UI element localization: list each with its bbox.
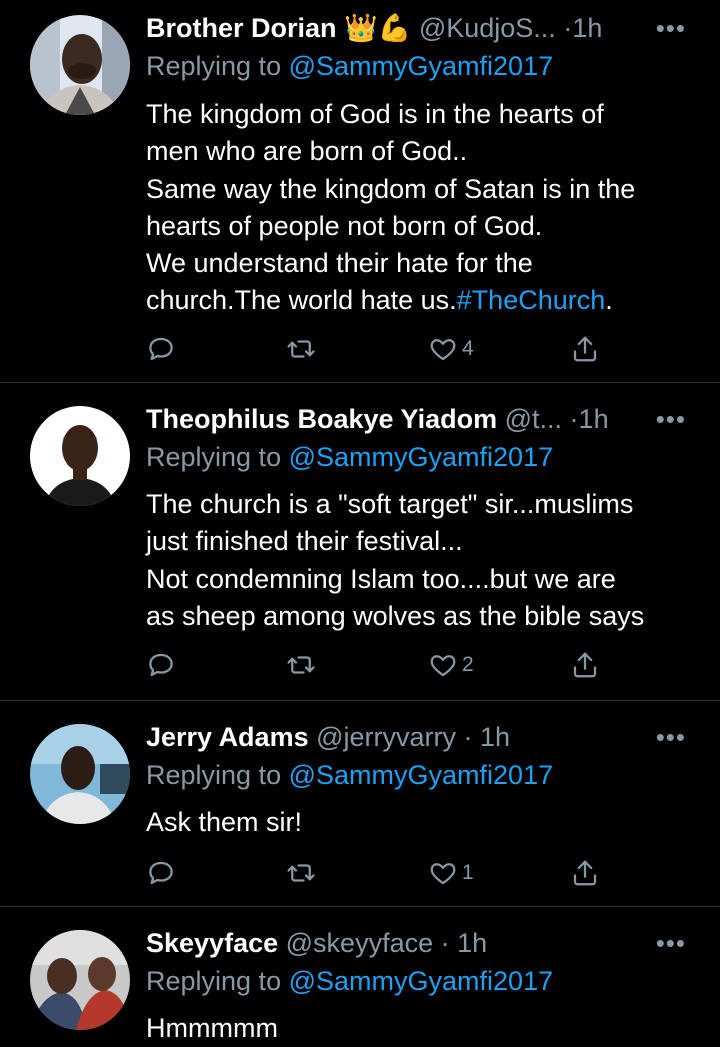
like-count: 1 [462,861,474,884]
tweet-text: The church is a "soft target" sir...musl… [146,486,690,635]
action-bar: 2 [146,648,606,682]
display-name[interactable]: Theophilus Boakye Yiadom [146,404,497,434]
timestamp[interactable]: 1h [480,722,510,752]
more-icon[interactable]: ••• [656,930,686,956]
display-name[interactable]: Brother Dorian [146,13,337,43]
text-fragment: . [605,285,613,316]
avatar-image [30,406,130,506]
text-line: Same way the kingdom of Satan is in the [146,173,636,204]
text-line: hearts of people not born of God. [146,210,543,241]
avatar-image [30,15,130,115]
like-button[interactable]: 2 [428,648,474,682]
tweet[interactable]: Brother Dorian 👑💪 @KudjoS... ·1h ••• Rep… [0,0,720,382]
reply-button[interactable] [146,648,176,682]
retweet-icon [287,340,315,358]
replying-to: Replying to @SammyGyamfi2017 [146,49,553,83]
share-icon [573,860,597,886]
mention-link[interactable]: @SammyGyamfi2017 [289,760,554,790]
text-line: as sheep among wolves as the bible says [146,600,645,631]
share-icon [573,652,597,678]
avatar[interactable] [30,15,130,115]
handle[interactable]: @skeyyface [286,928,433,958]
avatar[interactable] [30,724,130,824]
reply-icon [149,653,173,677]
display-name[interactable]: Skeyyface [146,928,278,958]
avatar[interactable] [30,930,130,1030]
replying-to: Replying to @SammyGyamfi2017 [146,964,553,998]
text-line: The church is a "soft target" sir...musl… [146,489,634,519]
display-name[interactable]: Jerry Adams [146,722,309,752]
tweet[interactable]: Jerry Adams @jerryvarry · 1h ••• Replyin… [0,701,720,906]
share-button[interactable] [570,856,600,890]
more-icon[interactable]: ••• [656,724,686,750]
avatar-image [30,930,130,1030]
mention-link[interactable]: @SammyGyamfi2017 [289,51,554,81]
handle[interactable]: @t... [505,404,562,434]
tweet-header: Jerry Adams @jerryvarry · 1h [146,720,690,754]
reply-icon [149,337,173,361]
replying-prefix: Replying to [146,760,282,790]
retweet-icon [287,656,315,674]
replying-prefix: Replying to [146,51,282,81]
reply-button[interactable] [146,332,176,366]
action-bar: 1 [146,856,606,890]
more-icon[interactable]: ••• [656,15,686,41]
like-icon [430,863,456,885]
text-line: Ask them sir! [146,807,303,837]
tweet[interactable]: Theophilus Boakye Yiadom @t... ·1h ••• R… [0,383,720,700]
text-line: just finished their festival... [146,526,463,557]
retweet-button[interactable] [286,332,316,366]
separator-dot: · [563,13,573,43]
avatar[interactable] [30,406,130,506]
tweet[interactable]: Skeyyface @skeyyface · 1h ••• Replying t… [0,907,720,1043]
text-line: church.The world hate us.#TheChurch. [146,282,690,319]
replying-prefix: Replying to [146,442,282,472]
retweet-icon [287,864,315,882]
like-button[interactable]: 1 [428,856,474,890]
like-count: 2 [462,653,474,676]
share-button[interactable] [570,332,600,366]
share-icon [573,336,597,362]
tweet-text: Hmmmmm [146,1010,690,1047]
text-line: Hmmmmm [146,1013,278,1043]
like-count: 4 [462,337,474,360]
like-icon [430,339,456,361]
handle[interactable]: @KudjoS... [419,13,556,43]
mention-link[interactable]: @SammyGyamfi2017 [289,442,554,472]
reply-button[interactable] [146,856,176,890]
separator-dot: · [433,928,458,958]
text-line: The kingdom of God is in the hearts of [146,99,604,129]
reply-icon [149,861,173,885]
hashtag-link[interactable]: #TheChurch [457,285,606,315]
tweet-header: Theophilus Boakye Yiadom @t... ·1h [146,402,690,436]
text-line: We understand their hate for the [146,248,533,279]
action-bar: 4 [146,332,606,366]
tweet-text: Ask them sir! [146,804,690,841]
text-line: men who are born of God.. [146,136,468,167]
tweet-header: Brother Dorian 👑💪 @KudjoS... ·1h [146,11,690,45]
separator-dot: · [456,722,481,752]
name-emojis: 👑💪 [344,13,412,43]
replying-prefix: Replying to [146,966,282,996]
timestamp[interactable]: 1h [572,13,602,43]
tweet-header: Skeyyface @skeyyface · 1h [146,926,690,960]
like-button[interactable]: 4 [428,332,474,366]
separator-dot: · [569,404,579,434]
retweet-button[interactable] [286,856,316,890]
timestamp[interactable]: 1h [457,928,487,958]
avatar-image [30,724,130,824]
replying-to: Replying to @SammyGyamfi2017 [146,758,553,792]
text-fragment: church.The world hate us. [146,285,457,316]
share-button[interactable] [570,648,600,682]
retweet-button[interactable] [286,648,316,682]
like-icon [430,655,456,677]
replying-to: Replying to @SammyGyamfi2017 [146,440,553,474]
timestamp[interactable]: 1h [579,404,609,434]
mention-link[interactable]: @SammyGyamfi2017 [289,966,554,996]
tweet-text: The kingdom of God is in the hearts of m… [146,96,690,320]
more-icon[interactable]: ••• [656,406,686,432]
text-line: Not condemning Islam too....but we are [146,563,616,594]
handle[interactable]: @jerryvarry [316,722,456,752]
